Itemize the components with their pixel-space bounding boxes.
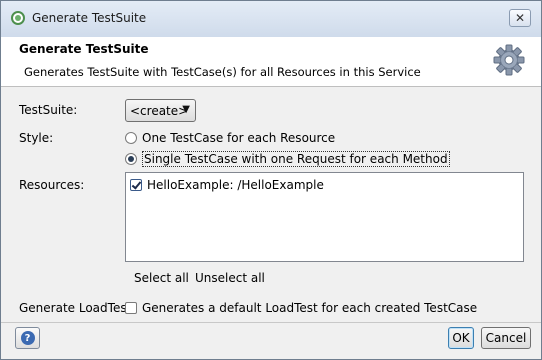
loadtest-option[interactable]: Generates a default LoadTest for each cr… [125, 301, 477, 315]
chevron-down-icon: ▼ [182, 104, 190, 115]
testsuite-select-value: <create> [130, 103, 189, 118]
footer-divider [1, 322, 541, 323]
radio-button-selected[interactable] [125, 153, 137, 165]
close-button[interactable]: ✕ [509, 9, 531, 27]
help-button[interactable]: ? [15, 327, 40, 349]
style-option-single-testcase[interactable]: Single TestCase with one Request for eac… [125, 151, 450, 167]
loadtest-option-label: Generates a default LoadTest for each cr… [142, 301, 478, 315]
loadtest-checkbox[interactable] [125, 302, 137, 314]
app-icon [11, 11, 25, 25]
cancel-button[interactable]: Cancel [481, 327, 531, 349]
window-title: Generate TestSuite [32, 11, 147, 25]
radio-button[interactable] [125, 132, 137, 144]
unselect-all-button[interactable]: Unselect all [195, 271, 265, 285]
header-description: Generates TestSuite with TestCase(s) for… [24, 65, 421, 79]
resource-label: HelloExample: /HelloExample [147, 178, 324, 192]
style-option-label: One TestCase for each Resource [142, 131, 336, 145]
testsuite-select[interactable]: <create> ▼ [125, 99, 196, 122]
select-all-button[interactable]: Select all [134, 271, 189, 285]
resources-label: Resources: [19, 178, 85, 192]
generate-testsuite-dialog: Generate TestSuite ✕ Generate TestSuite … [0, 0, 542, 360]
list-item[interactable]: HelloExample: /HelloExample [130, 178, 324, 192]
gear-icon [493, 44, 525, 76]
help-icon: ? [20, 331, 35, 345]
ok-button[interactable]: OK [448, 327, 474, 349]
resource-checkbox[interactable] [130, 179, 142, 191]
loadtest-label: Generate LoadTest: [19, 301, 136, 315]
style-option-label: Single TestCase with one Request for eac… [142, 151, 450, 167]
style-label: Style: [19, 131, 54, 145]
style-option-one-per-resource[interactable]: One TestCase for each Resource [125, 131, 335, 145]
header-title: Generate TestSuite [19, 42, 149, 56]
dialog-header: Generate TestSuite Generates TestSuite w… [1, 37, 541, 87]
title-bar[interactable]: Generate TestSuite ✕ [1, 1, 541, 38]
close-icon: ✕ [514, 11, 526, 25]
resources-list[interactable]: HelloExample: /HelloExample [125, 172, 524, 262]
testsuite-label: TestSuite: [19, 103, 78, 117]
